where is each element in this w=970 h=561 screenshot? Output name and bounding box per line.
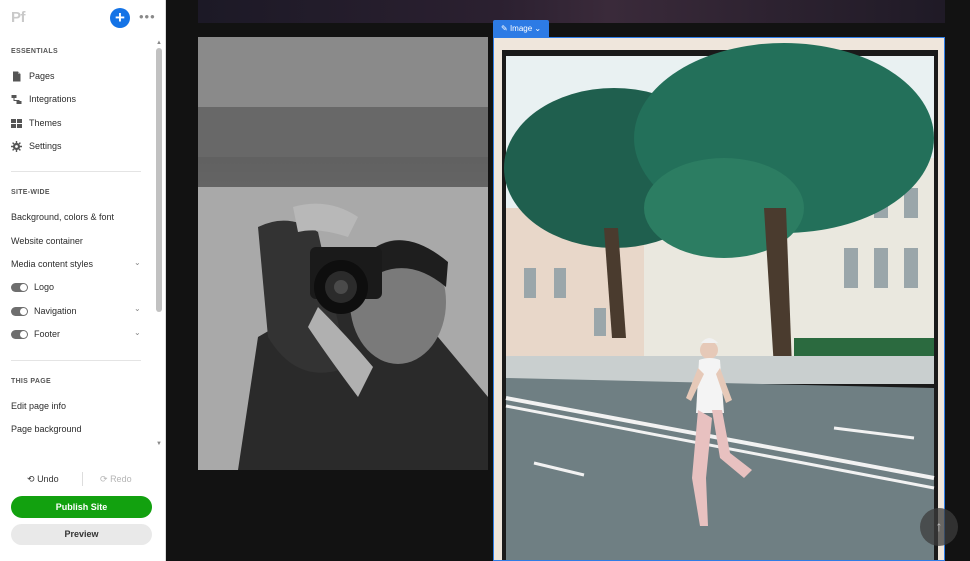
chevron-down-icon: ⌄ (534, 24, 542, 33)
navigation-toggle[interactable] (11, 307, 28, 316)
gear-icon (11, 140, 22, 152)
sidebar-item-page-background[interactable]: Page background (11, 424, 82, 434)
pencil-icon: ✎ (501, 24, 508, 33)
sidebar-item-label: Pages (29, 71, 55, 81)
photographer-illustration (198, 37, 488, 470)
sidebar-item-themes[interactable]: Themes (11, 116, 62, 130)
scroll-down-arrow-icon[interactable]: ▼ (156, 441, 162, 447)
sidebar-item-edit-page-info[interactable]: Edit page info (11, 401, 66, 411)
footer-divider (82, 472, 83, 486)
image-block-tag[interactable]: ✎ Image ⌄ (493, 20, 550, 37)
chevron-down-icon[interactable]: ⌄ (134, 258, 141, 267)
preview-button[interactable]: Preview (11, 524, 152, 545)
top-image-strip[interactable] (198, 0, 945, 23)
undo-label: Undo (37, 474, 59, 484)
footer-toggle[interactable] (11, 330, 28, 339)
section-divider (11, 171, 141, 172)
sidebar-item-navigation[interactable]: Navigation (34, 306, 77, 316)
add-button[interactable]: + (110, 8, 130, 28)
page-icon (11, 71, 22, 82)
scrollbar-thumb[interactable] (156, 48, 162, 312)
sidebar-scrollbar[interactable]: ▲ ▼ (155, 40, 162, 450)
runner-illustration (494, 38, 944, 560)
integrations-icon (11, 94, 22, 105)
sidebar-item-logo[interactable]: Logo (34, 282, 54, 292)
sidebar-item-footer[interactable]: Footer (34, 329, 60, 339)
logo: Pf (11, 9, 26, 26)
section-divider (11, 360, 141, 361)
publish-site-button[interactable]: Publish Site (11, 496, 152, 518)
scroll-up-arrow-icon[interactable]: ▲ (156, 40, 162, 46)
sidebar: Pf + ••• ESSENTIALS Pages Integrations T… (0, 0, 166, 561)
sidebar-item-settings[interactable]: Settings (11, 139, 62, 153)
section-heading-this-page: THIS PAGE (11, 378, 51, 385)
sidebar-item-background-colors-font[interactable]: Background, colors & font (11, 212, 114, 222)
app-root: Pf + ••• ESSENTIALS Pages Integrations T… (0, 0, 970, 561)
photographer-image[interactable] (198, 37, 488, 470)
section-heading-site-wide: SITE-WIDE (11, 189, 50, 196)
sidebar-item-media-content-styles[interactable]: Media content styles (11, 259, 93, 269)
sidebar-item-pages[interactable]: Pages (11, 69, 55, 83)
redo-label: Redo (110, 474, 132, 484)
redo-button[interactable]: ⟳ Redo (100, 474, 132, 485)
more-options-icon[interactable]: ••• (139, 9, 156, 24)
sidebar-scroll-area: ESSENTIALS Pages Integrations Themes Set… (0, 36, 166, 450)
chevron-down-icon[interactable]: ⌄ (134, 304, 141, 313)
scroll-top-icon[interactable]: ↑ (920, 508, 958, 546)
sidebar-item-website-container[interactable]: Website container (11, 236, 83, 246)
runner-image[interactable] (493, 37, 945, 561)
image-tag-label: Image (509, 24, 533, 33)
themes-icon (11, 118, 22, 129)
sidebar-item-label: Integrations (29, 94, 77, 104)
section-heading-essentials: ESSENTIALS (11, 48, 58, 55)
undo-button[interactable]: ⟲ Undo (27, 474, 59, 485)
sidebar-item-label: Themes (29, 118, 62, 128)
chevron-down-icon[interactable]: ⌄ (134, 328, 141, 337)
undo-icon: ⟲ (27, 474, 35, 484)
redo-icon: ⟳ (100, 474, 108, 484)
editor-canvas: ✎ Image ⌄ ↑ (166, 0, 970, 561)
sidebar-item-integrations[interactable]: Integrations (11, 92, 76, 106)
sidebar-item-label: Settings (29, 141, 62, 151)
logo-toggle[interactable] (11, 283, 28, 292)
